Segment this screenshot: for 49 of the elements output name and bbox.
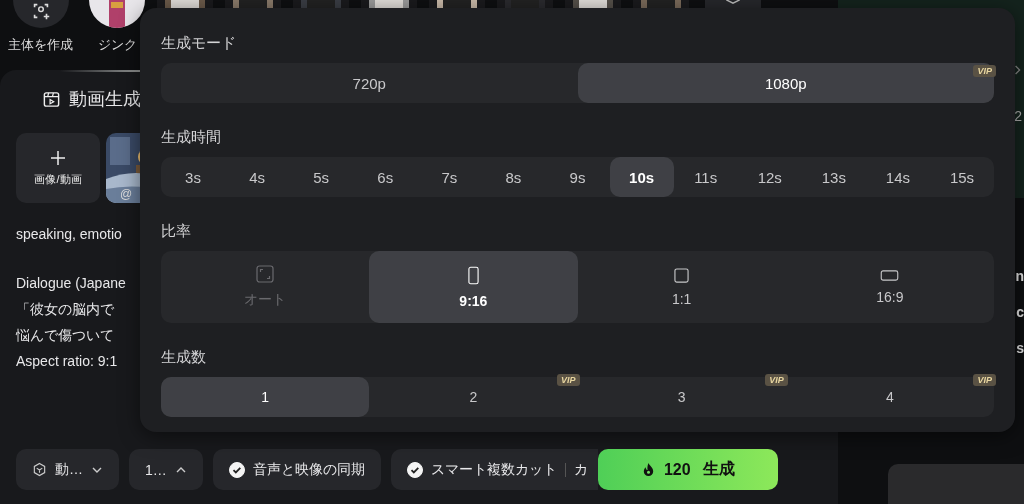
count-option[interactable]: 2 VIP: [369, 377, 578, 417]
duration-option[interactable]: 3s: [161, 157, 226, 197]
settings-dropdown[interactable]: 1…: [129, 449, 203, 490]
duration-option[interactable]: 10s: [609, 157, 674, 197]
generate-button[interactable]: 120 生成: [597, 449, 778, 490]
duration-option[interactable]: 14s: [865, 157, 930, 197]
side-text: c: [1016, 304, 1024, 320]
subject-label: ジンク: [97, 36, 137, 54]
prompt-text: 「彼女の脳内で: [16, 300, 114, 319]
side-text: 2: [1014, 108, 1022, 124]
ratio-option[interactable]: 9:16: [369, 251, 578, 323]
vip-badge: VIP: [765, 374, 788, 386]
resolution-option[interactable]: 720p: [161, 63, 578, 103]
count-option[interactable]: 1: [161, 377, 370, 417]
duration-option[interactable]: 12s: [737, 157, 802, 197]
duration-option[interactable]: 9s: [545, 157, 610, 197]
vip-badge: VIP: [973, 374, 996, 386]
side-text: n: [1015, 268, 1024, 284]
section-title: 比率: [161, 221, 191, 241]
vip-badge: VIP: [557, 374, 580, 386]
duration-option[interactable]: 15s: [929, 157, 994, 197]
subject-label: 主体を作成: [8, 36, 73, 54]
section-title: 生成数: [161, 347, 206, 367]
prompt-text: speaking, emotio: [16, 225, 122, 244]
editor-title: 動画生成: [69, 88, 141, 111]
model-dropdown[interactable]: 動…: [16, 449, 119, 490]
reference-label: @: [120, 187, 133, 201]
duration-option[interactable]: 6s: [353, 157, 418, 197]
resolution-option[interactable]: 1080p VIP: [577, 63, 994, 103]
prompt-text: Aspect ratio: 9:1: [16, 352, 118, 371]
section-title: 生成モード: [161, 33, 236, 53]
sync-toggle[interactable]: 音声と映像の同期: [212, 449, 381, 490]
prompt-text: 悩んで傷ついて: [16, 326, 114, 345]
count-option[interactable]: 3 VIP: [577, 377, 786, 417]
count-option[interactable]: 4 VIP: [785, 377, 994, 417]
smart-cut-toggle[interactable]: スマート複数カット カ: [390, 449, 598, 490]
duration-option[interactable]: 11s: [673, 157, 738, 197]
prompt-text: Dialogue (Japane: [16, 274, 126, 293]
vip-badge: VIP: [973, 65, 996, 77]
section-title: 生成時間: [161, 127, 221, 147]
ratio-option[interactable]: 1:1: [577, 251, 786, 323]
side-text: s: [1016, 340, 1024, 356]
duration-option[interactable]: 4s: [225, 157, 290, 197]
duration-option[interactable]: 7s: [417, 157, 482, 197]
duration-option[interactable]: 8s: [481, 157, 546, 197]
upload-button[interactable]: 画像/動画: [16, 133, 100, 203]
duration-option[interactable]: 13s: [801, 157, 866, 197]
ratio-option[interactable]: 16:9: [785, 251, 994, 323]
duration-option[interactable]: 5s: [289, 157, 354, 197]
